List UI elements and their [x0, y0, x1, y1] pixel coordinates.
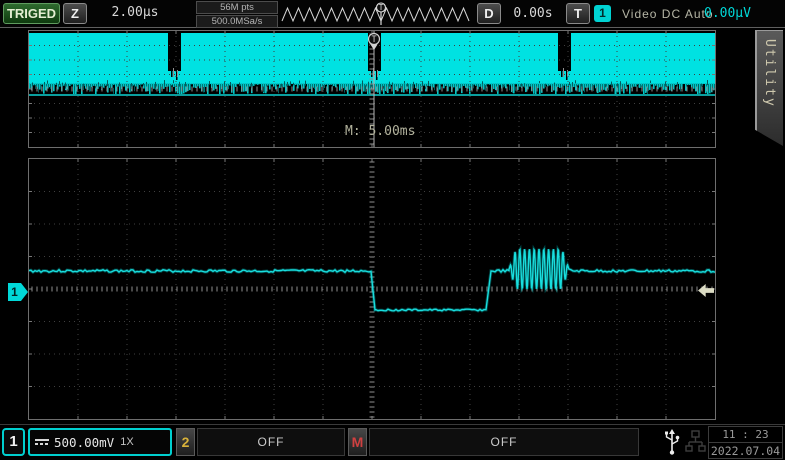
svg-text:T: T: [379, 3, 384, 12]
memory-waveform-preview[interactable]: T: [280, 0, 476, 27]
channel1-badge[interactable]: 1: [2, 428, 25, 456]
zoom-overview-window: T M: 5.00ms: [28, 30, 716, 148]
channel1-marker-label: 1: [8, 283, 21, 301]
trigger-source-badge: 1: [594, 5, 611, 22]
usb-icon: [662, 427, 682, 457]
trigger-level-value: 0.00µV: [704, 6, 751, 21]
svg-text:T: T: [371, 35, 376, 45]
channel2-status-box[interactable]: OFF: [197, 428, 345, 456]
bottom-status-bar: 1 500.00mV 1X 2 OFF M OFF: [0, 424, 785, 460]
dc-coupling-icon: [35, 439, 49, 445]
zoom-mode-indicator: Z: [63, 3, 87, 24]
math-badge[interactable]: M: [348, 428, 367, 456]
delay-indicator: D: [477, 3, 501, 24]
channel1-settings-box[interactable]: 500.00mV 1X: [28, 428, 172, 456]
memory-depth-value: 56M pts: [196, 1, 278, 14]
oscilloscope-screen: TRIGED Z 2.00µs 56M pts 500.0MSa/s T D 0…: [0, 0, 785, 460]
trigger-status-badge: TRIGED: [3, 3, 60, 24]
math-status-box[interactable]: OFF: [369, 428, 639, 456]
main-waveform-window: [28, 158, 716, 420]
trigger-indicator: T: [566, 3, 590, 24]
channel1-probe: 1X: [120, 436, 133, 448]
zoom-timebase-value: 2.00µs: [95, 5, 175, 20]
top-status-bar: TRIGED Z 2.00µs 56M pts 500.0MSa/s T D 0…: [0, 0, 785, 28]
clock-box: 11 : 23 2022.07.04: [708, 426, 783, 459]
sample-rate-value: 500.0MSa/s: [196, 15, 278, 28]
utility-tab[interactable]: Utility: [755, 30, 783, 146]
utility-tab-label: Utility: [762, 39, 777, 108]
channel1-position-marker[interactable]: 1: [8, 283, 28, 301]
trigger-mode-text: Video DC Auto: [622, 7, 714, 21]
channel1-waveform: [29, 159, 715, 419]
delay-value: 0.00s: [501, 6, 565, 21]
acquisition-info: 56M pts 500.0MSa/s: [196, 1, 278, 28]
date-value: 2022.07.04: [709, 443, 782, 459]
lan-icon: [684, 427, 707, 457]
channel2-badge[interactable]: 2: [176, 428, 195, 456]
channel1-scale: 500.00mV: [54, 435, 114, 450]
main-timebase-label: M: 5.00ms: [345, 124, 415, 139]
time-value: 11 : 23: [709, 427, 782, 443]
